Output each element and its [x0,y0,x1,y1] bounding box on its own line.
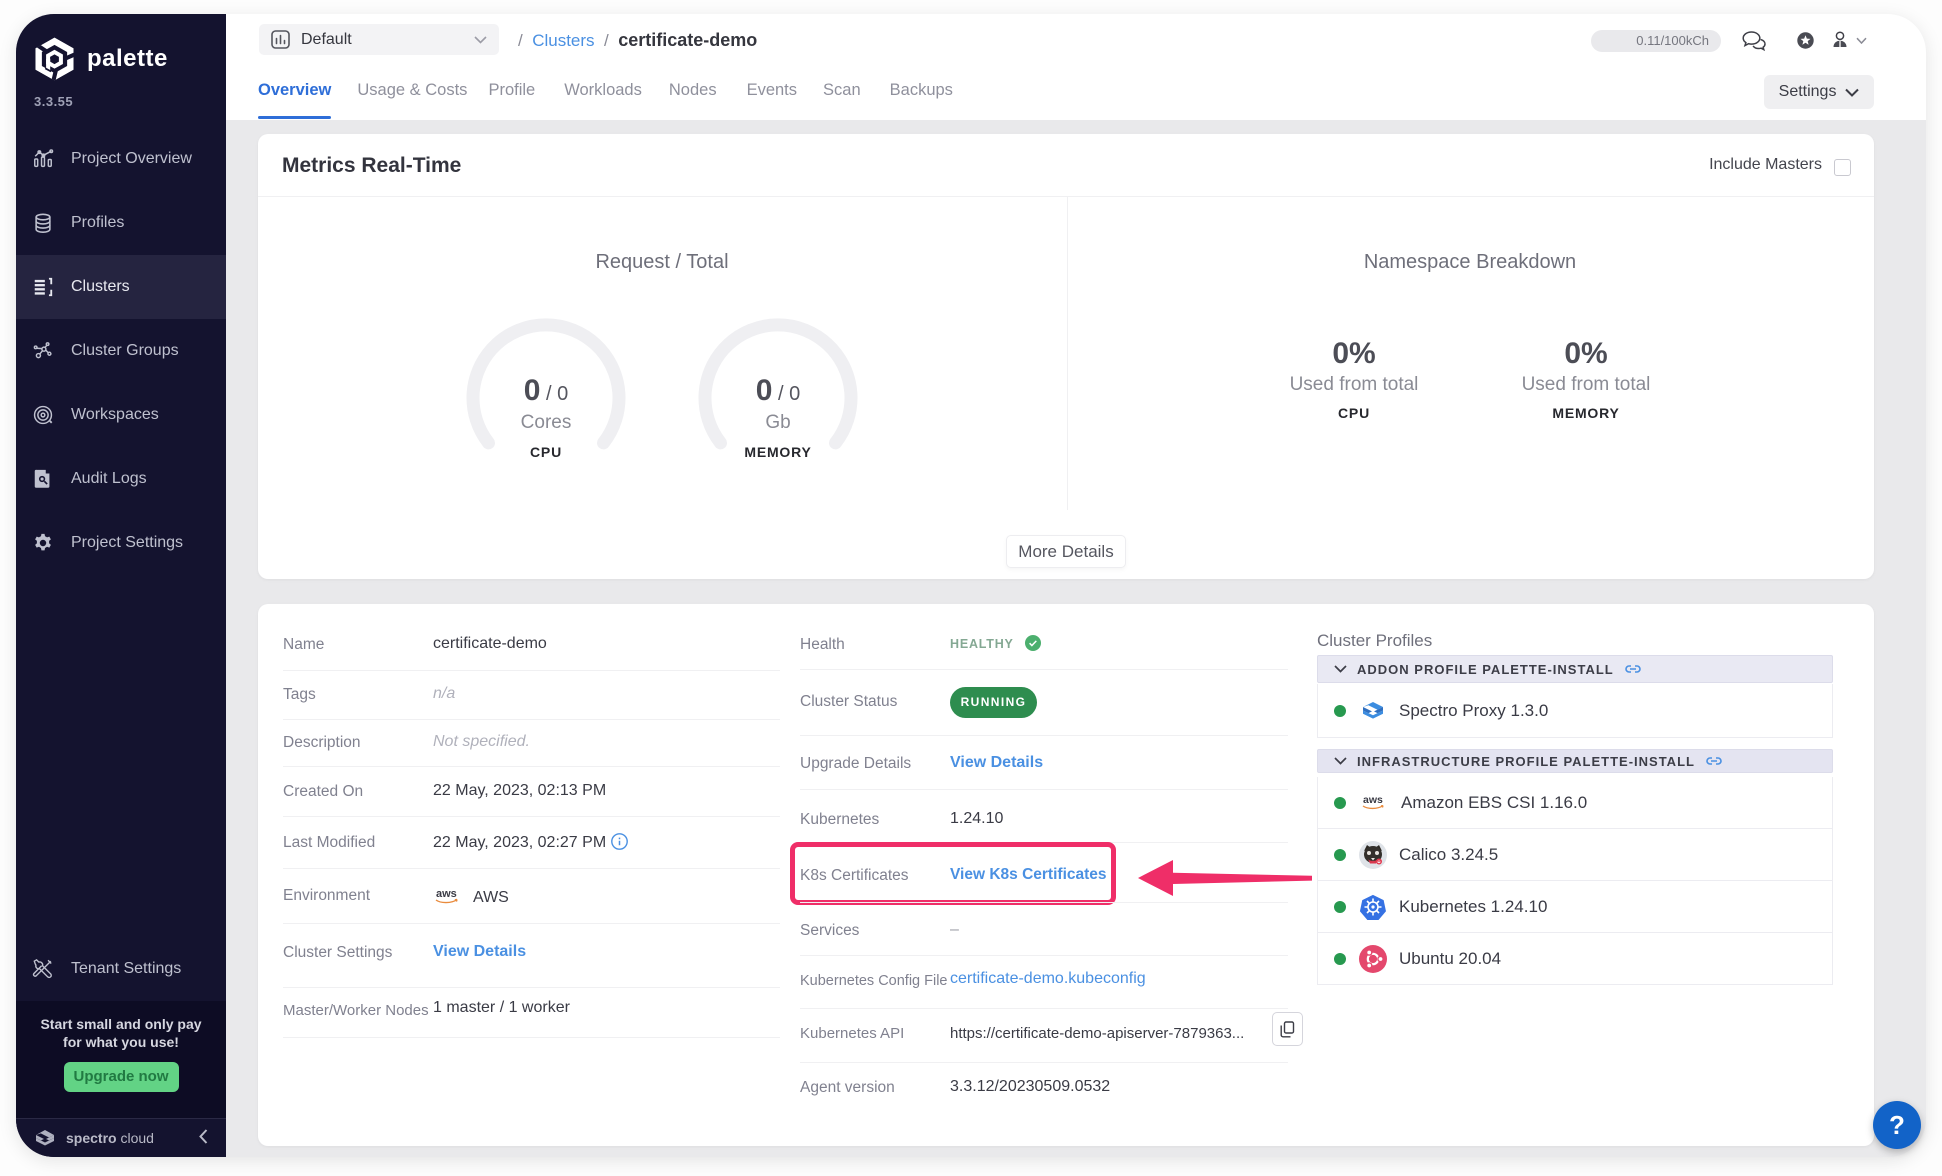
svg-text:aws: aws [1363,794,1383,806]
svg-text:aws: aws [436,888,457,900]
